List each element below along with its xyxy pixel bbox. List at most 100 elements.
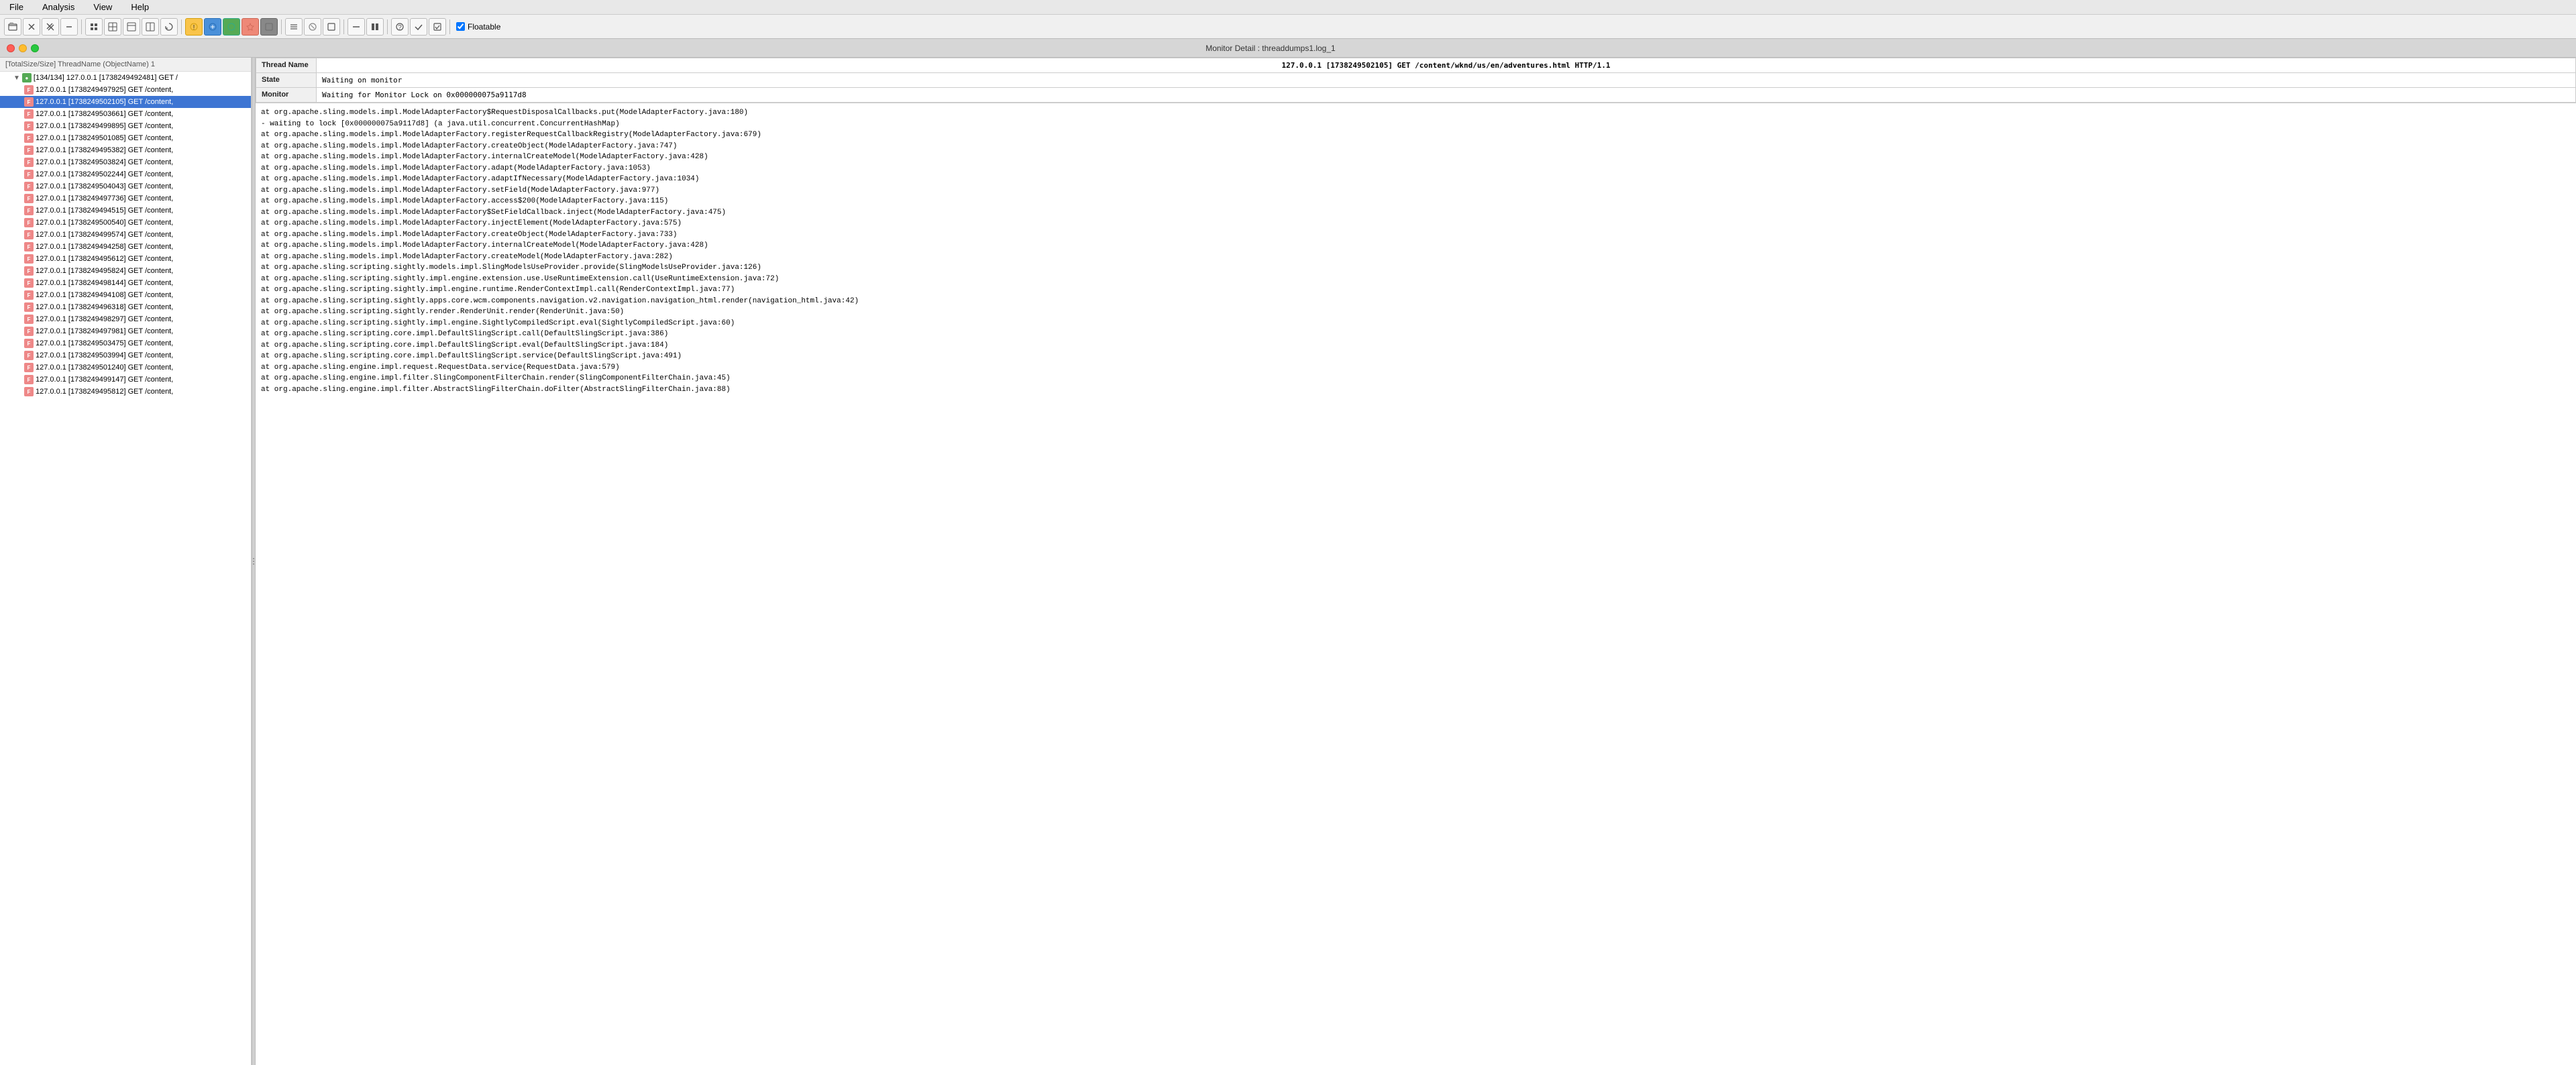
window-button[interactable]	[323, 18, 340, 36]
toolbar: ! + ? Floatable	[0, 15, 2576, 39]
thread-text: 127.0.0.1 [1738249500540] GET /content,	[36, 219, 173, 227]
list-item[interactable]: F 127.0.0.1 [1738249494515] GET /content…	[0, 205, 251, 217]
stack-trace-line: at org.apache.sling.models.impl.ModelAda…	[261, 251, 2571, 263]
menu-file[interactable]: File	[5, 1, 28, 13]
list-item[interactable]: F 127.0.0.1 [1738249495824] GET /content…	[0, 265, 251, 277]
grid2-button[interactable]	[366, 18, 384, 36]
thread-icon: F	[24, 230, 34, 239]
close-button[interactable]	[23, 18, 40, 36]
list-item[interactable]: F 127.0.0.1 [1738249499895] GET /content…	[0, 120, 251, 132]
grid-button[interactable]	[85, 18, 103, 36]
stack-trace-line: at org.apache.sling.models.impl.ModelAda…	[261, 196, 2571, 207]
remove-button[interactable]	[60, 18, 78, 36]
stack-trace-line: at org.apache.sling.scripting.core.impl.…	[261, 351, 2571, 362]
stack-trace-line: at org.apache.sling.scripting.sightly.mo…	[261, 262, 2571, 274]
svg-text:!: !	[193, 24, 195, 32]
thread-icon: F	[24, 158, 34, 167]
refresh-button[interactable]	[160, 18, 178, 36]
thread-icon: F	[24, 375, 34, 384]
list-item[interactable]: F 127.0.0.1 [1738249495382] GET /content…	[0, 144, 251, 156]
list-item[interactable]: F 127.0.0.1 [1738249503994] GET /content…	[0, 349, 251, 361]
thread-name-value: 127.0.0.1 [1738249502105] GET /content/w…	[317, 58, 2576, 73]
toolbar-sep6	[449, 19, 450, 34]
thread-text: 127.0.0.1 [1738249502105] GET /content,	[36, 98, 173, 106]
home-button[interactable]	[260, 18, 278, 36]
horizontal-button[interactable]	[142, 18, 159, 36]
check-button[interactable]	[410, 18, 427, 36]
list-item[interactable]: F 127.0.0.1 [1738249497925] GET /content…	[0, 84, 251, 96]
thread-icon: F	[24, 109, 34, 119]
thread-text: 127.0.0.1 [1738249499574] GET /content,	[36, 231, 173, 239]
list-item[interactable]: F 127.0.0.1 [1738249494258] GET /content…	[0, 241, 251, 253]
list-item[interactable]: F 127.0.0.1 [1738249497981] GET /content…	[0, 325, 251, 337]
tree-root-item[interactable]: ▼ ● [134/134] 127.0.0.1 [1738249492481] …	[0, 72, 251, 84]
check2-button[interactable]	[429, 18, 446, 36]
list-item[interactable]: F 127.0.0.1 [1738249500540] GET /content…	[0, 217, 251, 229]
list-item[interactable]: F 127.0.0.1 [1738249494108] GET /content…	[0, 289, 251, 301]
thread-text: 127.0.0.1 [1738249501085] GET /content,	[36, 134, 173, 142]
menu-view[interactable]: View	[89, 1, 116, 13]
maximize-window-button[interactable]	[31, 44, 39, 52]
thread-text: 127.0.0.1 [1738249502244] GET /content,	[36, 170, 173, 178]
stack-trace-line: at org.apache.sling.models.impl.ModelAda…	[261, 174, 2571, 185]
thread-icon: F	[24, 85, 34, 95]
action-button[interactable]: !	[185, 18, 203, 36]
menubar: File Analysis View Help	[0, 0, 2576, 15]
state-label: State	[256, 73, 317, 88]
minimize-window-button[interactable]	[19, 44, 27, 52]
thread-text: 127.0.0.1 [1738249496318] GET /content,	[36, 303, 173, 311]
list-item[interactable]: F 127.0.0.1 [1738249497736] GET /content…	[0, 192, 251, 205]
separator-btn[interactable]	[347, 18, 365, 36]
thread-text: 127.0.0.1 [1738249503994] GET /content,	[36, 351, 173, 359]
left-panel-header: [TotalSize/Size] ThreadName (ObjectName)…	[0, 58, 251, 72]
menu-analysis[interactable]: Analysis	[38, 1, 78, 13]
menu-button[interactable]	[285, 18, 303, 36]
list-item[interactable]: F 127.0.0.1 [1738249501085] GET /content…	[0, 132, 251, 144]
list-item[interactable]: F 127.0.0.1 [1738249504043] GET /content…	[0, 180, 251, 192]
stack-trace-line: at org.apache.sling.models.impl.ModelAda…	[261, 163, 2571, 174]
list-item[interactable]: F 127.0.0.1 [1738249495812] GET /content…	[0, 386, 251, 398]
zoom-out-button[interactable]	[223, 18, 240, 36]
thread-text: 127.0.0.1 [1738249495824] GET /content,	[36, 267, 173, 275]
tiles-button[interactable]	[104, 18, 121, 36]
stack-trace-line: at org.apache.sling.models.impl.ModelAda…	[261, 129, 2571, 141]
thread-icon: F	[24, 387, 34, 396]
thread-text: 127.0.0.1 [1738249495812] GET /content,	[36, 388, 173, 396]
close-all-button[interactable]	[42, 18, 59, 36]
list-item[interactable]: F 127.0.0.1 [1738249495612] GET /content…	[0, 253, 251, 265]
thread-icon: F	[24, 278, 34, 288]
list-item[interactable]: F 127.0.0.1 [1738249503475] GET /content…	[0, 337, 251, 349]
close-window-button[interactable]	[7, 44, 15, 52]
open-button[interactable]	[4, 18, 21, 36]
list-item[interactable]: F 127.0.0.1 [1738249498297] GET /content…	[0, 313, 251, 325]
thread-tree: ▼ ● [134/134] 127.0.0.1 [1738249492481] …	[0, 72, 251, 398]
list-item[interactable]: F 127.0.0.1 [1738249499147] GET /content…	[0, 374, 251, 386]
help-button[interactable]: ?	[391, 18, 409, 36]
panel-button[interactable]	[123, 18, 140, 36]
list-item[interactable]: F 127.0.0.1 [1738249502105] GET /content…	[0, 96, 251, 108]
zoom-in-button[interactable]: +	[204, 18, 221, 36]
stack-trace-line: at org.apache.sling.models.impl.ModelAda…	[261, 141, 2571, 152]
thread-icon: F	[24, 363, 34, 372]
thread-text: 127.0.0.1 [1738249494108] GET /content,	[36, 291, 173, 299]
window-chrome: Monitor Detail : threaddumps1.log_1	[0, 39, 2576, 58]
stack-trace-line: at org.apache.sling.models.impl.ModelAda…	[261, 229, 2571, 241]
cancel-button[interactable]	[304, 18, 321, 36]
list-item[interactable]: F 127.0.0.1 [1738249501240] GET /content…	[0, 361, 251, 374]
list-item[interactable]: F 127.0.0.1 [1738249502244] GET /content…	[0, 168, 251, 180]
list-item[interactable]: F 127.0.0.1 [1738249496318] GET /content…	[0, 301, 251, 313]
thread-text: 127.0.0.1 [1738249501240] GET /content,	[36, 363, 173, 372]
stack-trace-line: at org.apache.sling.scripting.sightly.ap…	[261, 296, 2571, 307]
star-button[interactable]	[241, 18, 259, 36]
thread-icon: F	[24, 97, 34, 107]
floatable-checkbox[interactable]	[456, 22, 465, 31]
list-item[interactable]: F 127.0.0.1 [1738249503824] GET /content…	[0, 156, 251, 168]
thread-icon: F	[24, 146, 34, 155]
list-item[interactable]: F 127.0.0.1 [1738249499574] GET /content…	[0, 229, 251, 241]
stack-trace-area: at org.apache.sling.models.impl.ModelAda…	[256, 103, 2576, 1065]
menu-help[interactable]: Help	[127, 1, 153, 13]
list-item[interactable]: F 127.0.0.1 [1738249503661] GET /content…	[0, 108, 251, 120]
list-item[interactable]: F 127.0.0.1 [1738249498144] GET /content…	[0, 277, 251, 289]
traffic-lights	[7, 44, 39, 52]
stack-trace-line: at org.apache.sling.models.impl.ModelAda…	[261, 207, 2571, 219]
